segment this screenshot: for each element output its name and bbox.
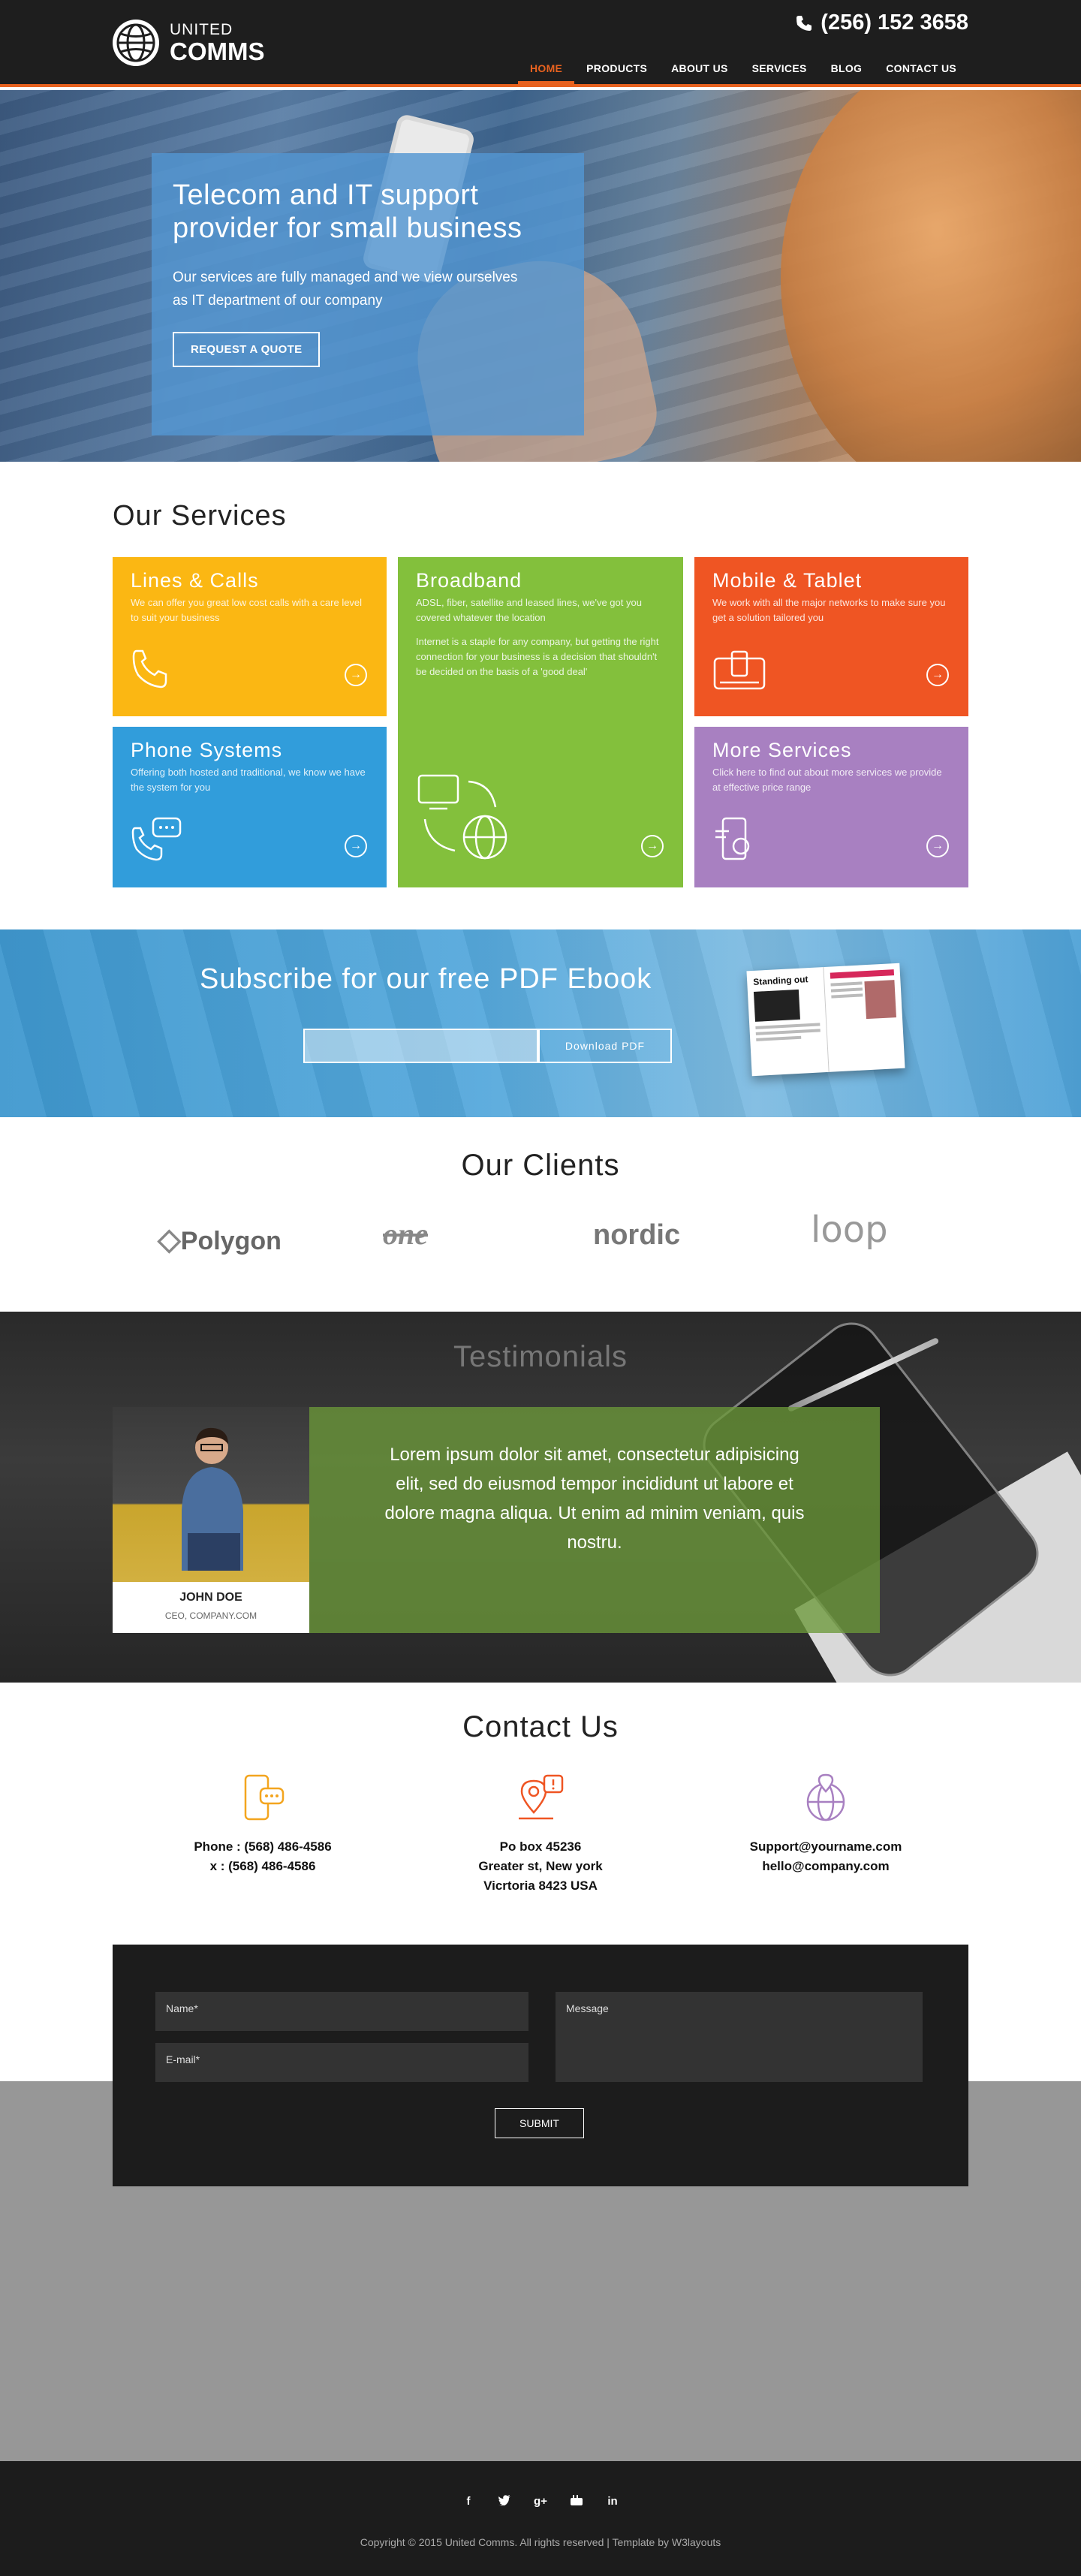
hero-title: Telecom and IT support provider for smal…	[173, 179, 522, 244]
client-logo-polygon[interactable]: ◇Polygon	[158, 1222, 282, 1257]
contact-email: Support@yourname.com hello@company.com	[713, 1773, 938, 1876]
page: UNITED COMMS (256) 152 3658 HOME PRODUCT…	[0, 0, 1081, 2576]
service-broadband[interactable]: Broadband ADSL, fiber, satellite and lea…	[398, 557, 683, 887]
nav-contact-us[interactable]: CONTACT US	[874, 62, 968, 84]
testimonial-photo	[113, 1407, 309, 1582]
youtube-icon[interactable]	[570, 2495, 583, 2508]
site-footer: f g+ in Copyright © 2015 United Comms. A…	[0, 2461, 1081, 2576]
globe-icon	[113, 20, 159, 66]
globe-pin-icon	[806, 1773, 845, 1821]
tablet-icon	[712, 649, 766, 695]
service-text: We can offer you great low cost calls wi…	[131, 597, 363, 623]
email-field[interactable]: E-mail*	[155, 2043, 528, 2082]
google-plus-icon[interactable]: g+	[534, 2495, 547, 2508]
contact-phone: Phone : (568) 486-4586 x : (568) 486-458…	[150, 1773, 375, 1876]
contact-phone-line2[interactable]: x : (568) 486-4586	[150, 1857, 375, 1876]
ebook-magazine-image: Standing out	[746, 963, 905, 1077]
facebook-icon[interactable]: f	[462, 2495, 475, 2508]
testimonial-author-card: JOHN DOE CEO, COMPANY.COM	[113, 1582, 309, 1633]
mobile-settings-icon	[712, 816, 759, 866]
logo-small-text: UNITED	[170, 21, 233, 38]
phone-handset-icon	[131, 648, 170, 695]
service-lines-calls[interactable]: Lines & Calls We can offer you great low…	[113, 557, 387, 716]
contact-address-line1: Po box 45236	[499, 1839, 582, 1854]
request-quote-button[interactable]: REQUEST A QUOTE	[173, 332, 321, 367]
nav-home[interactable]: HOME	[517, 62, 575, 84]
service-text: We work with all the major networks to m…	[712, 597, 946, 623]
location-pin-icon	[519, 1774, 564, 1820]
arrow-right-icon[interactable]: →	[345, 835, 367, 857]
service-title: More Services	[712, 739, 852, 761]
nav-products[interactable]: PRODUCTS	[574, 62, 659, 84]
service-text-secondary: Internet is a staple for any company, bu…	[416, 636, 659, 677]
monitor-globe-icon	[416, 773, 513, 866]
social-links: f g+ in	[0, 2495, 1081, 2508]
logo-big-text: COMMS	[170, 38, 265, 65]
arrow-right-icon[interactable]: →	[641, 835, 664, 857]
phone-chat-icon	[244, 1774, 285, 1821]
phone-chat-icon	[131, 816, 183, 866]
arrow-right-icon[interactable]: →	[926, 664, 949, 686]
clients-title: Our Clients	[461, 1149, 620, 1182]
nav-about-us[interactable]: ABOUT US	[659, 62, 740, 84]
submit-button[interactable]: SUBMIT	[495, 2108, 584, 2138]
header-phone[interactable]: (256) 152 3658	[795, 11, 968, 35]
subscribe-email-input[interactable]	[303, 1029, 538, 1063]
download-pdf-button[interactable]: Download PDF	[538, 1029, 672, 1063]
contact-email-line2[interactable]: hello@company.com	[713, 1857, 938, 1876]
testimonial-name: JOHN DOE	[179, 1591, 242, 1604]
person-figure	[182, 1427, 243, 1571]
hero-text: Our services are fully managed and we vi…	[173, 270, 518, 309]
contact-address-line3: Vicrtoria 8423 USA	[483, 1879, 598, 1893]
hero-box: Telecom and IT support provider for smal…	[152, 153, 584, 435]
service-text: ADSL, fiber, satellite and leased lines,…	[416, 597, 642, 623]
hero-banner: Telecom and IT support provider for smal…	[0, 90, 1081, 462]
contact-address: Po box 45236 Greater st, New york Vicrto…	[428, 1773, 653, 1896]
linkedin-icon[interactable]: in	[606, 2495, 619, 2508]
service-more-services[interactable]: More Services Click here to find out abo…	[694, 727, 968, 887]
hero-person-image	[781, 90, 1081, 462]
twitter-icon[interactable]	[498, 2495, 511, 2508]
service-text: Click here to find out about more servic…	[712, 767, 942, 793]
logo[interactable]: UNITED COMMS	[113, 20, 265, 66]
service-title: Mobile & Tablet	[712, 569, 863, 592]
subscribe-section: Subscribe for our free PDF Ebook Downloa…	[0, 929, 1081, 1117]
contact-address-line2: Greater st, New york	[478, 1859, 603, 1873]
subscribe-background	[0, 929, 1081, 1117]
contact-form: Name* E-mail* Message SUBMIT	[113, 1945, 968, 2186]
message-field[interactable]: Message	[556, 1992, 923, 2082]
contact-phone-line1[interactable]: Phone : (568) 486-4586	[150, 1837, 375, 1857]
name-field[interactable]: Name*	[155, 1992, 528, 2031]
contact-title: Contact Us	[462, 1710, 619, 1743]
services-title: Our Services	[113, 500, 287, 532]
testimonial-role: CEO, COMPANY.COM	[164, 1610, 257, 1621]
service-text: Offering both hosted and traditional, we…	[131, 767, 366, 793]
subscribe-title: Subscribe for our free PDF Ebook	[200, 963, 652, 995]
service-title: Phone Systems	[131, 739, 283, 761]
contact-email-line1[interactable]: Support@yourname.com	[713, 1837, 938, 1857]
service-title: Broadband	[416, 569, 522, 592]
magazine-headline: Standing out	[752, 974, 808, 987]
client-logo-nordic[interactable]: nordic	[593, 1219, 680, 1252]
arrow-right-icon[interactable]: →	[345, 664, 367, 686]
service-phone-systems[interactable]: Phone Systems Offering both hosted and t…	[113, 727, 387, 887]
site-header: UNITED COMMS (256) 152 3658 HOME PRODUCT…	[0, 0, 1081, 87]
testimonial-quote: Lorem ipsum dolor sit amet, consectetur …	[309, 1407, 880, 1633]
phone-icon	[796, 15, 812, 31]
arrow-right-icon[interactable]: →	[926, 835, 949, 857]
testimonials-section: Testimonials JOHN DOE CEO, COMPANY.COM L…	[0, 1312, 1081, 1683]
phone-number: (256) 152 3658	[821, 11, 968, 35]
service-mobile-tablet[interactable]: Mobile & Tablet We work with all the maj…	[694, 557, 968, 716]
testimonials-title: Testimonials	[453, 1340, 628, 1373]
nav-services[interactable]: SERVICES	[740, 62, 819, 84]
main-nav: HOME PRODUCTS ABOUT US SERVICES BLOG CON…	[517, 62, 968, 84]
client-logo-loop[interactable]: loop	[811, 1209, 888, 1251]
service-title: Lines & Calls	[131, 569, 259, 592]
nav-blog[interactable]: BLOG	[819, 62, 875, 84]
copyright-text: Copyright © 2015 United Comms. All right…	[360, 2536, 721, 2548]
client-logo-one[interactable]: one	[383, 1216, 428, 1252]
client-logo-text: Polygon	[180, 1227, 282, 1255]
